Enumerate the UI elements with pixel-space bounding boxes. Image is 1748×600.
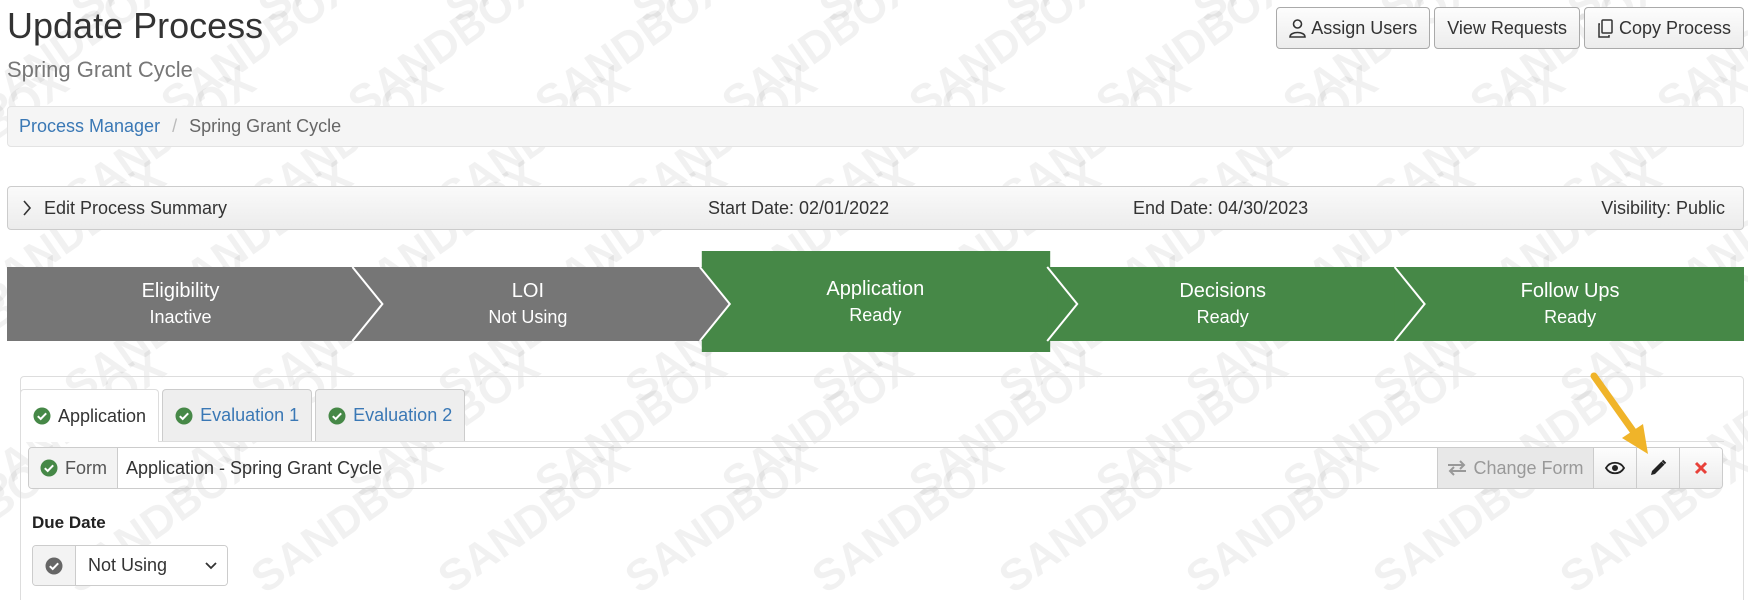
tab-label: Application [58,405,147,426]
step-follow-ups[interactable]: Follow Ups Ready [1397,267,1744,341]
due-date-label: Due Date [32,513,106,532]
tab-evaluation-1[interactable]: Evaluation 1 [162,389,313,441]
user-icon [1289,18,1306,38]
assign-users-button[interactable]: Assign Users [1276,7,1431,49]
edit-process-summary-label: Edit Process Summary [44,197,228,218]
end-date: End Date: 04/30/2023 [1133,197,1309,218]
assign-users-label: Assign Users [1311,17,1418,38]
process-summary-bar: Edit Process Summary Start Date: 02/01/2… [7,186,1744,230]
tab-label: Evaluation 2 [353,405,453,425]
close-icon [1694,461,1708,475]
step-status: Ready [1196,307,1249,327]
edit-process-summary-toggle[interactable]: Edit Process Summary [22,187,227,229]
tab-application[interactable]: Application [20,389,160,442]
pencil-icon [1651,459,1667,475]
step-status: Ready [849,304,902,325]
step-title: LOI [511,280,545,302]
step-status: Ready [1544,307,1597,327]
step-title: Eligibility [141,280,220,302]
step-title: Application [826,277,925,300]
stage-tabs: Application Evaluation 1 Evaluation 2 [20,389,466,442]
remove-form-button[interactable] [1679,448,1722,488]
step-status: Not Using [488,307,568,327]
chevron-right-icon [23,200,32,216]
tab-evaluation-2[interactable]: Evaluation 2 [315,389,466,441]
change-form-button[interactable]: Change Form [1437,448,1593,488]
due-date-select[interactable]: Not Using [76,546,227,585]
form-row: Form Application - Spring Grant Cycle Ch… [28,447,1723,489]
check-circle-icon [328,407,346,424]
step-application[interactable]: Application Ready [702,251,1049,352]
breadcrumb-current: Spring Grant Cycle [189,116,342,136]
eye-icon [1605,461,1625,475]
start-date: Start Date: 02/01/2022 [708,197,890,218]
view-requests-button[interactable]: View Requests [1434,7,1580,49]
copy-process-label: Copy Process [1618,17,1731,38]
check-circle-icon [175,407,193,424]
check-circle-icon [33,407,51,425]
step-status: Inactive [149,307,212,327]
breadcrumb-process-manager[interactable]: Process Manager [19,116,160,137]
annotation-arrow-icon [1590,372,1648,454]
step-title: Decisions [1179,280,1267,302]
change-form-label: Change Form [1473,457,1584,478]
form-label: Form [65,457,107,478]
breadcrumb-separator: / [172,116,178,136]
due-date-selected-value: Not Using [88,555,168,575]
step-title: Follow Ups [1520,280,1620,302]
copy-icon [1598,18,1613,38]
step-loi[interactable]: LOI Not Using [354,267,701,341]
due-date-status-addon [33,546,76,585]
tab-label: Evaluation 1 [200,405,300,425]
header-actions: Assign Users View Requests Copy Process [1276,7,1744,49]
form-name: Application - Spring Grant Cycle [126,457,383,478]
page-title: Update Process [7,5,264,46]
check-circle-icon [40,459,58,477]
page-subtitle: Spring Grant Cycle [7,57,193,82]
view-requests-label: View Requests [1447,17,1567,38]
process-stepper: Eligibility Inactive LOI Not Using Applicati… [7,251,1744,352]
chevron-down-icon [205,561,217,569]
step-eligibility[interactable]: Eligibility Inactive [7,267,354,341]
copy-process-button[interactable]: Copy Process [1583,7,1744,49]
visibility: Visibility: Public [1601,197,1725,218]
step-decisions[interactable]: Decisions Ready [1049,267,1396,341]
exchange-icon [1448,460,1467,476]
breadcrumb: Process Manager / Spring Grant Cycle [7,106,1744,147]
check-circle-icon [45,557,63,574]
due-date-group: Not Using [32,545,228,586]
form-label-addon: Form [29,448,118,488]
